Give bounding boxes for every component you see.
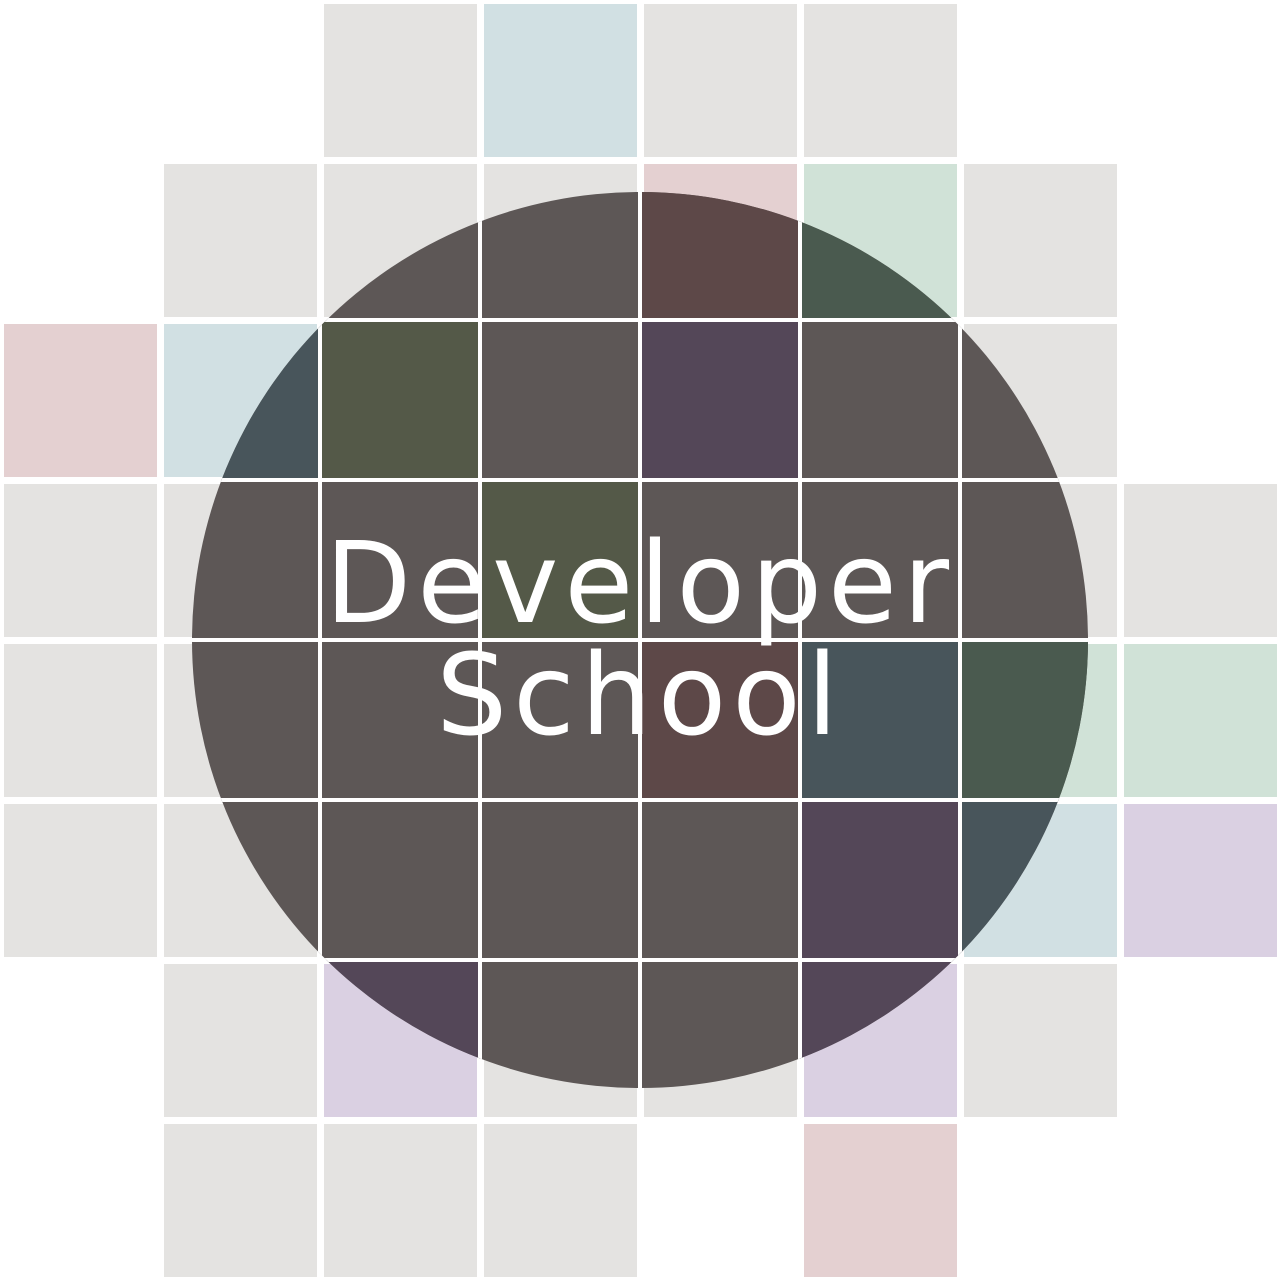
circle-tile [192, 320, 320, 480]
circle-tile [800, 960, 960, 1088]
logo-title-school: School [436, 631, 844, 761]
circle-tile [800, 800, 960, 960]
grid-line-horizontal [0, 158, 1280, 162]
circle-tile [800, 192, 960, 320]
circle-tile [320, 320, 480, 480]
grid-line-horizontal [192, 958, 1088, 962]
circle-tile [960, 800, 1088, 960]
circle-tile [640, 320, 800, 480]
circle-tile [320, 960, 480, 1088]
logo-title-developer: Developer [324, 519, 956, 649]
developer-school-logo: Developer School [0, 0, 1280, 1280]
grid-line-horizontal [192, 798, 1088, 802]
grid-line-horizontal [0, 1118, 1280, 1122]
circle-tile [640, 192, 800, 320]
